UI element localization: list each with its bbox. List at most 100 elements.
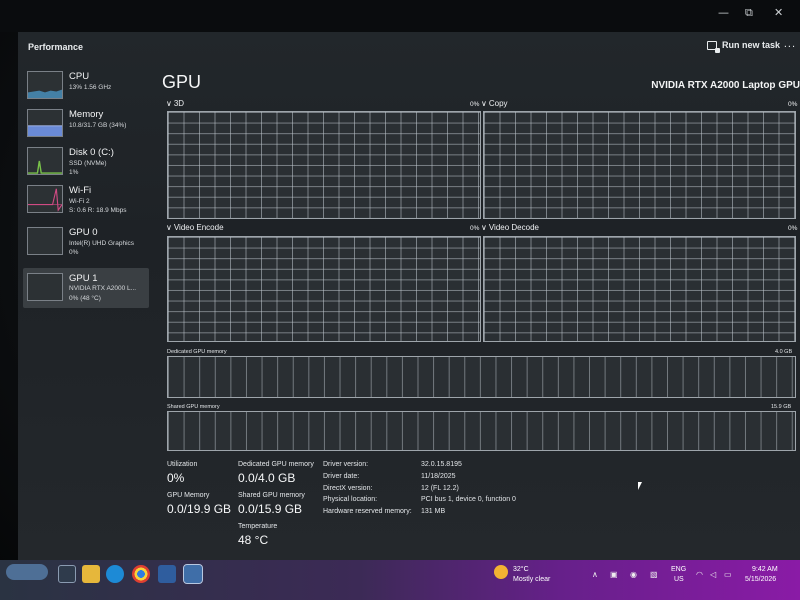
maximize-icon[interactable]: ⧉ — [745, 6, 753, 20]
info-label: Driver date: — [323, 473, 360, 480]
sidebar-item-sub: Wi-Fi 2 — [69, 198, 90, 205]
sidebar-item-sub: Intel(R) UHD Graphics — [69, 240, 135, 247]
engine-pct: 0% — [788, 225, 798, 232]
dedicated-memory-max: 4.0 GB — [775, 349, 793, 355]
chevron-down-icon: ∨ — [166, 223, 172, 232]
close-icon[interactable]: ✕ — [774, 6, 783, 19]
more-options-icon[interactable]: ... — [784, 38, 796, 50]
info-label: Hardware reserved memory: — [323, 508, 412, 515]
sidebar-item-sub: NVIDIA RTX A2000 L... — [69, 285, 137, 292]
engine-selector-video-encode[interactable]: ∨ Video Encode — [166, 223, 224, 232]
wifi-icon[interactable]: ◠ — [696, 570, 703, 579]
sidebar-item-sub2: S: 0.6 R: 18.9 Mbps — [69, 207, 127, 214]
language-indicator[interactable]: ENG — [671, 566, 686, 573]
dedicated-memory-graph — [167, 356, 796, 398]
gpu1-thumbnail — [27, 273, 63, 301]
task-view-icon[interactable] — [58, 565, 76, 583]
task-manager-icon[interactable] — [183, 564, 203, 584]
chevron-down-icon: ∨ — [481, 223, 487, 232]
file-explorer-icon[interactable] — [82, 565, 100, 583]
run-new-task-button[interactable]: Run new task — [706, 40, 780, 53]
graph-copy — [483, 111, 796, 219]
gpu0-thumbnail — [27, 227, 63, 255]
weather-icon[interactable] — [494, 565, 508, 579]
disk-thumbnail — [27, 147, 63, 175]
engine-label: 3D — [173, 99, 185, 108]
gpu-model-name: NVIDIA RTX A2000 Laptop GPU — [651, 80, 800, 91]
sidebar-item-label: Memory — [69, 109, 104, 120]
sidebar-item-wifi[interactable]: Wi-Fi Wi-Fi 2 S: 0.6 R: 18.9 Mbps — [23, 182, 149, 218]
info-value: 131 MB — [421, 508, 446, 515]
title-bar: — ⧉ ✕ — [0, 0, 800, 32]
info-label: Driver version: — [323, 461, 369, 468]
gpu-memory-value: 0.0/19.9 GB — [167, 502, 232, 516]
task-manager-window: Performance Run new task ... CPU 13% 1.5… — [18, 32, 800, 560]
widgets-icon[interactable] — [6, 564, 48, 580]
sidebar-item-label: GPU 1 — [69, 273, 98, 284]
volume-icon[interactable]: ◁ — [710, 570, 716, 579]
info-value: PCI bus 1, device 0, function 0 — [421, 496, 516, 503]
tray-app-icon[interactable]: ▣ — [610, 570, 618, 579]
gpu-memory-label: GPU Memory — [167, 492, 210, 499]
graph-3d — [167, 111, 481, 219]
dedicated-value: 0.0/4.0 GB — [238, 471, 296, 485]
temperature-label: Temperature — [238, 523, 278, 530]
chevron-down-icon: ∨ — [166, 99, 172, 108]
minimize-icon[interactable]: — — [718, 6, 729, 19]
tray-app-icon-2[interactable]: ◉ — [630, 570, 637, 579]
sidebar-item-sub2: 0% (48 °C) — [69, 295, 101, 302]
clock-date[interactable]: 5/15/2026 — [745, 576, 776, 583]
info-value: 12 (FL 12.2) — [421, 485, 459, 492]
info-label: DirectX version: — [323, 485, 373, 492]
shared-memory-label: Shared GPU memory — [167, 404, 220, 410]
engine-label: Video Decode — [488, 223, 539, 232]
sidebar-item-sub: 10.8/31.7 GB (34%) — [69, 122, 127, 129]
engine-pct: 0% — [470, 225, 480, 232]
taskbar: 32°C Mostly clear ∧ ▣ ◉ ▧ ENG US ◠ ◁ ▭ 9… — [0, 560, 800, 600]
dedicated-label: Dedicated GPU memory — [238, 461, 314, 468]
sidebar-item-memory[interactable]: Memory 10.8/31.7 GB (34%) — [23, 106, 149, 142]
shared-memory-graph — [167, 411, 796, 451]
clock-time[interactable]: 9:42 AM — [752, 566, 778, 573]
memory-thumbnail — [27, 109, 63, 137]
wifi-thumbnail — [27, 185, 63, 213]
dedicated-memory-label: Dedicated GPU memory — [167, 349, 227, 355]
chrome-icon[interactable] — [132, 565, 150, 583]
engine-selector-3d[interactable]: ∨ 3D — [166, 99, 184, 108]
weather-desc: Mostly clear — [513, 576, 551, 583]
sidebar-item-disk[interactable]: Disk 0 (C:) SSD (NVMe) 1% — [23, 144, 149, 180]
battery-icon[interactable]: ▭ — [724, 570, 732, 579]
edge-browser-icon[interactable] — [106, 565, 124, 583]
utilization-value: 0% — [167, 471, 185, 485]
sidebar-item-sub2: 0% — [69, 249, 79, 256]
sidebar-item-gpu-1[interactable]: GPU 1 NVIDIA RTX A2000 L... 0% (48 °C) — [23, 268, 149, 308]
engine-selector-video-decode[interactable]: ∨ Video Decode — [481, 223, 539, 232]
gpu-heading: GPU — [162, 72, 202, 92]
sidebar-item-sub: 13% 1.56 GHz — [69, 84, 112, 91]
run-task-icon — [706, 40, 720, 53]
info-label: Physical location: — [323, 496, 378, 503]
sidebar-item-cpu[interactable]: CPU 13% 1.56 GHz — [23, 68, 149, 104]
sidebar-item-label: Wi-Fi — [69, 185, 92, 196]
sidebar-item-gpu-0[interactable]: GPU 0 Intel(R) UHD Graphics 0% — [23, 224, 149, 260]
chevron-up-icon[interactable]: ∧ — [592, 570, 598, 579]
region-indicator: US — [674, 576, 684, 583]
cpu-thumbnail — [27, 71, 63, 99]
run-new-task-label: Run new task — [721, 40, 780, 50]
tray-app-icon-3[interactable]: ▧ — [650, 570, 658, 579]
graph-video-encode — [167, 236, 481, 342]
chevron-down-icon: ∨ — [481, 99, 487, 108]
settings-icon[interactable] — [158, 565, 176, 583]
engine-pct: 0% — [470, 101, 480, 108]
sidebar-item-label: CPU — [69, 71, 90, 82]
shared-value: 0.0/15.9 GB — [238, 502, 303, 516]
sidebar-item-sub: SSD (NVMe) — [69, 160, 107, 167]
shared-memory-max: 15.9 GB — [771, 404, 792, 410]
graph-video-decode — [483, 236, 796, 342]
page-title: Performance — [28, 42, 84, 52]
utilization-label: Utilization — [167, 461, 198, 468]
sidebar-item-label: Disk 0 (C:) — [69, 147, 114, 158]
performance-header: Performance Run new task ... — [18, 32, 800, 62]
sidebar-item-label: GPU 0 — [69, 227, 98, 238]
engine-selector-copy[interactable]: ∨ Copy — [481, 99, 508, 108]
